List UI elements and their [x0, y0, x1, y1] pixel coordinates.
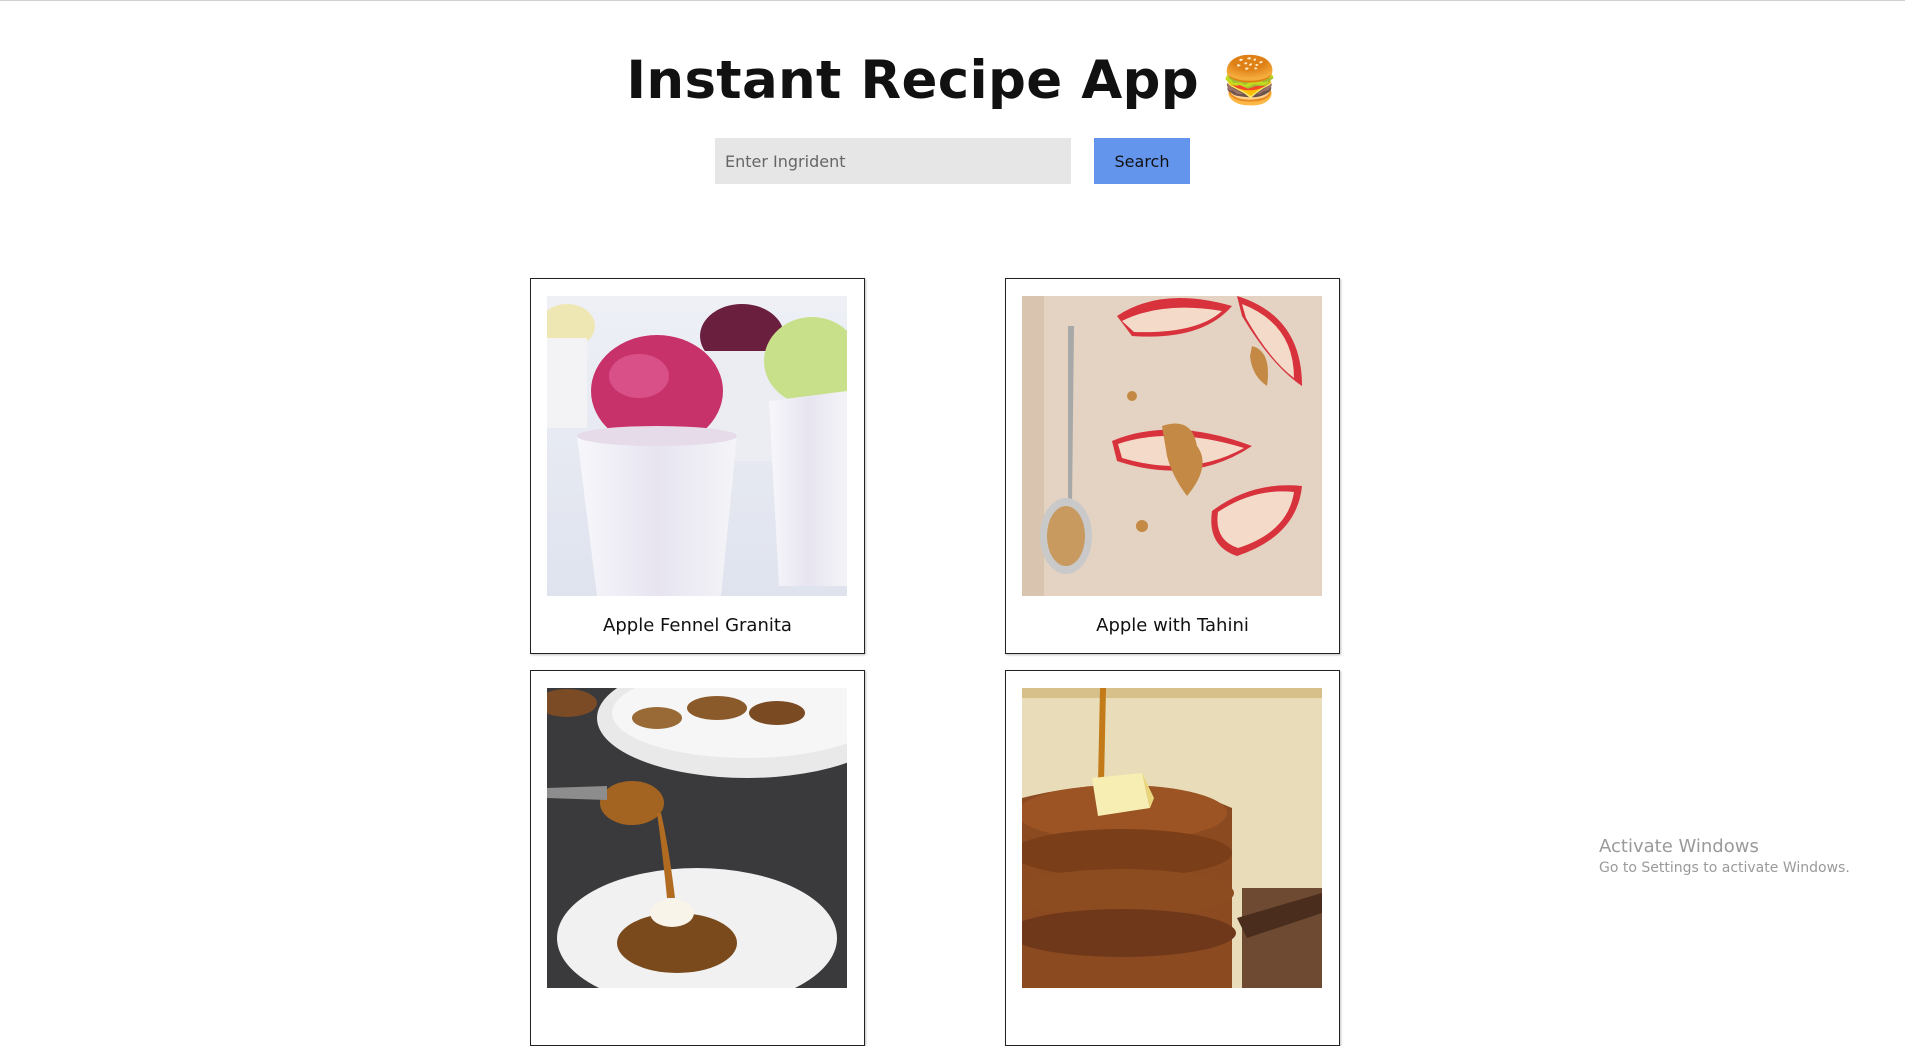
watermark-subtitle: Go to Settings to activate Windows.	[1599, 860, 1850, 876]
top-border	[0, 0, 1905, 1]
recipe-card[interactable]	[1005, 670, 1340, 1046]
recipe-image-apple-tahini[interactable]	[1022, 296, 1322, 596]
recipe-image-granita[interactable]	[547, 296, 847, 596]
search-bar: Search	[0, 138, 1905, 184]
recipe-grid: Apple Fennel Granita Apple with Tahini	[530, 278, 1340, 1046]
header: Instant Recipe App 🍔	[0, 50, 1905, 111]
page-title-text: Instant Recipe App	[626, 50, 1199, 111]
recipe-card[interactable]	[530, 670, 865, 1046]
recipe-image-fritters[interactable]	[547, 688, 847, 988]
watermark-title: Activate Windows	[1599, 836, 1759, 857]
recipe-title: Apple with Tahini	[1096, 615, 1249, 636]
recipe-title: Apple Fennel Granita	[603, 615, 792, 636]
windows-activation-watermark: Activate Windows Go to Settings to activ…	[1599, 836, 1850, 876]
page-title: Instant Recipe App 🍔	[626, 50, 1278, 111]
burger-icon: 🍔	[1221, 53, 1279, 107]
recipe-card[interactable]: Apple Fennel Granita	[530, 278, 865, 654]
search-button[interactable]: Search	[1094, 138, 1190, 184]
recipe-image-pancakes[interactable]	[1022, 688, 1322, 988]
recipe-card[interactable]: Apple with Tahini	[1005, 278, 1340, 654]
ingredient-search-input[interactable]	[715, 138, 1071, 184]
